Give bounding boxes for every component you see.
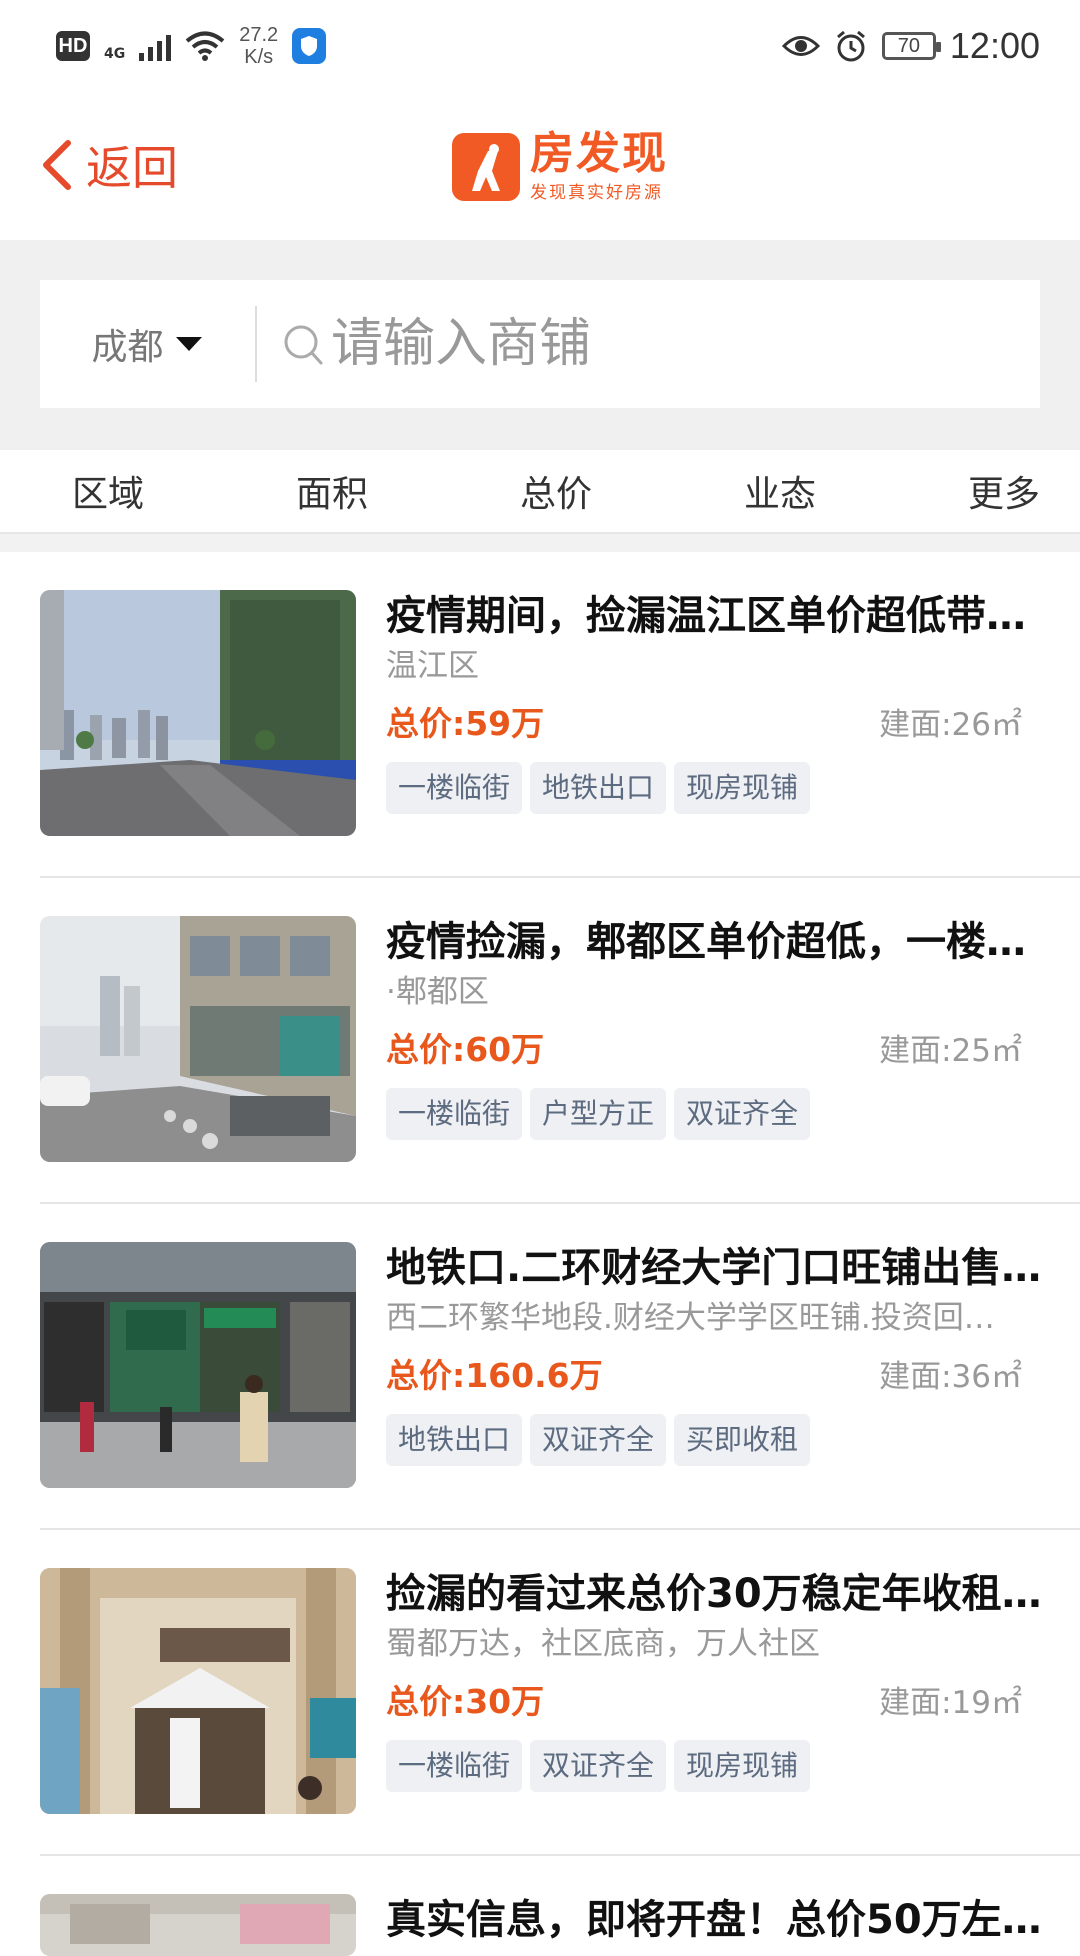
city-select[interactable]: 成都 [40,280,255,408]
tag: 双证齐全 [530,1740,667,1792]
listing-photo [40,1242,356,1488]
price-row: 总价:160.6万 建面:36㎡ [386,1350,1046,1396]
wifi-icon [185,31,225,61]
price-row: 总价:60万 建面:25㎡ [386,1024,1046,1070]
listing-district: 西二环繁华地段.财经大学学区旺铺.投资回… [386,1300,995,1336]
filter-business-type[interactable]: 业态 [744,455,816,527]
listing-district: 温江区 [386,648,479,684]
shield-icon [292,28,327,64]
listing-title: 真实信息，即将开盘！总价50万左… [386,1897,1042,1943]
listing-info: 疫情期间，捡漏温江区单价超低带… 温江区 总价:59万 建面:26㎡ 一楼临街 … [386,590,1046,814]
listing-item[interactable]: 疫情期间，捡漏温江区单价超低带… 温江区 总价:59万 建面:26㎡ 一楼临街 … [40,552,1080,878]
listing-tags: 一楼临街 地铁出口 现房现铺 [386,762,1046,814]
listing-price: 总价:60万 [386,1030,545,1069]
logo-title: 房发现 [530,128,668,179]
listing-price: 总价:160.6万 [386,1356,603,1395]
listing-photo [40,916,356,1162]
network-speed: 27.2 K/s [239,24,278,68]
listing-tags: 一楼临街 户型方正 双证齐全 [386,1088,1046,1140]
filter-more[interactable]: 更多 [968,455,1040,527]
filter-bar: 区域 面积 总价 业态 更多 [0,450,1080,534]
search-area: 成都 [0,240,1080,450]
listing-item[interactable]: 捡漏的看过来总价30万稳定年收租… 蜀都万达，社区底商，万人社区 总价:30万 … [40,1530,1080,1856]
listing-item[interactable]: 疫情捡漏，郫都区单价超低，一楼… ·郫都区 总价:60万 建面:25㎡ 一楼临街… [40,878,1080,1204]
listing-area: 建面:36㎡ [879,1358,1022,1395]
speed-value: 27.2 [239,24,279,46]
signal-icon [139,31,172,61]
listing-info: 地铁口.二环财经大学门口旺铺出售… 西二环繁华地段.财经大学学区旺铺.投资回… … [386,1242,1046,1466]
listing-price: 总价:59万 [386,704,545,743]
listing-price: 总价:30万 [386,1682,545,1721]
listing-area: 建面:26㎡ [879,706,1022,743]
listing-item[interactable]: 地铁口.二环财经大学门口旺铺出售… 西二环繁华地段.财经大学学区旺铺.投资回… … [40,1204,1080,1530]
logo-slogan: 发现真实好房源 [530,183,663,203]
tag: 户型方正 [530,1088,667,1140]
listing-info: 真实信息，即将开盘！总价50万左… [386,1894,1046,1946]
caret-down-icon [175,337,202,351]
tag: 现房现铺 [674,762,811,814]
listing-photo [40,590,356,836]
search-input[interactable] [329,313,929,375]
listing-title: 地铁口.二环财经大学门口旺铺出售… [386,1245,1042,1291]
search-box: 成都 [40,280,1040,408]
search-input-wrap[interactable] [257,280,1040,408]
city-label: 成都 [91,327,164,368]
listing-photo [40,1894,356,1956]
tag: 一楼临街 [386,762,523,814]
speed-unit: K/s [244,46,274,68]
listing-district: ·郫都区 [386,974,489,1010]
filter-total-price[interactable]: 总价 [520,455,592,527]
status-left: HD 4G 27.2 K/s [56,24,327,68]
listing-info: 疫情捡漏，郫都区单价超低，一楼… ·郫都区 总价:60万 建面:25㎡ 一楼临街… [386,916,1046,1140]
tag: 双证齐全 [674,1088,811,1140]
listing-title: 捡漏的看过来总价30万稳定年收租… [386,1571,1042,1617]
listing-title: 疫情期间，捡漏温江区单价超低带… [386,593,1026,639]
back-button[interactable]: 返回 [40,130,178,200]
price-row: 总价:30万 建面:19㎡ [386,1676,1046,1722]
filter-region[interactable]: 区域 [72,455,144,527]
tag: 地铁出口 [386,1414,523,1466]
tag: 双证齐全 [530,1414,667,1466]
tag: 一楼临街 [386,1740,523,1792]
app-logo: 房发现 发现真实好房源 [452,130,668,203]
network-type-label: 4G [104,46,126,62]
app-header: 返回 房发现 发现真实好房源 [0,92,1080,240]
chevron-left-icon [43,140,71,190]
status-right: 70 12:00 [781,25,1040,67]
filter-area[interactable]: 面积 [296,455,368,527]
clock: 12:00 [949,25,1040,66]
battery-level: 70 [897,34,921,57]
alarm-icon [836,30,865,62]
tag: 地铁出口 [530,762,667,814]
battery-icon: 70 [881,32,941,60]
eye-icon [781,36,820,56]
listing-item[interactable]: 真实信息，即将开盘！总价50万左… [40,1856,1080,1956]
tag: 现房现铺 [674,1740,811,1792]
search-icon [284,325,323,365]
listing-tags: 地铁出口 双证齐全 买即收租 [386,1414,1046,1466]
listing-title: 疫情捡漏，郫都区单价超低，一楼… [386,919,1026,965]
filter-separator [0,534,1080,552]
listing-info: 捡漏的看过来总价30万稳定年收租… 蜀都万达，社区底商，万人社区 总价:30万 … [386,1568,1046,1792]
listing-district: 蜀都万达，社区底商，万人社区 [386,1626,820,1662]
status-bar: HD 4G 27.2 K/s 70 12:00 [0,0,1080,92]
listing-tags: 一楼临街 双证齐全 现房现铺 [386,1740,1046,1792]
tag: 买即收租 [674,1414,811,1466]
back-label: 返回 [86,141,178,195]
listing-area: 建面:19㎡ [879,1684,1022,1721]
logo-text: 房发现 发现真实好房源 [530,128,668,204]
giraffe-logo-icon [452,132,520,201]
hd-icon: HD [56,31,90,61]
listing-photo [40,1568,356,1814]
listing-list: 疫情期间，捡漏温江区单价超低带… 温江区 总价:59万 建面:26㎡ 一楼临街 … [0,552,1080,1956]
tag: 一楼临街 [386,1088,523,1140]
price-row: 总价:59万 建面:26㎡ [386,698,1046,744]
listing-area: 建面:25㎡ [879,1032,1022,1069]
